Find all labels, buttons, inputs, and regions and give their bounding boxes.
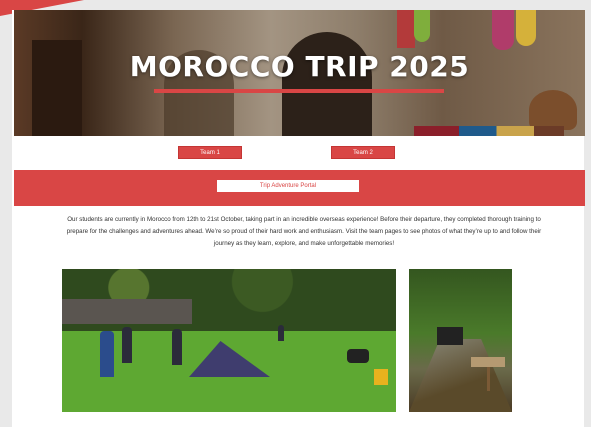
signpost-post [487,365,490,391]
adventure-portal-button[interactable]: Trip Adventure Portal [217,180,359,192]
signpost [471,357,505,367]
team-1-button[interactable]: Team 1 [178,146,242,159]
portal-band: Trip Adventure Portal [14,170,585,206]
walking-group [437,327,463,345]
page-title: MOROCCO TRIP 2025 [129,50,470,83]
title-underline [154,89,444,93]
hero-rug [492,10,514,50]
person [278,325,284,341]
person [100,331,114,377]
photo-hut [62,299,192,324]
bucket [374,369,388,385]
hero-arch [282,32,372,136]
team-2-button[interactable]: Team 2 [331,146,395,159]
camping-photo [62,269,396,412]
team-nav: Team 1 Team 2 [12,146,584,160]
hero-banner: MOROCCO TRIP 2025 [14,10,585,136]
hero-rug [414,10,430,42]
page-content: MOROCCO TRIP 2025 Team 1 Team 2 Trip Adv… [12,10,585,427]
person [172,329,182,365]
person [122,327,132,363]
hero-basket [529,90,577,130]
hero-rug [516,10,536,46]
hero-rug [397,10,415,48]
photo-path [409,339,512,412]
hero-pots [414,126,564,136]
rucksack [347,349,369,363]
intro-paragraph: Our students are currently in Morocco fr… [66,216,542,247]
woodland-path-photo [409,269,512,412]
